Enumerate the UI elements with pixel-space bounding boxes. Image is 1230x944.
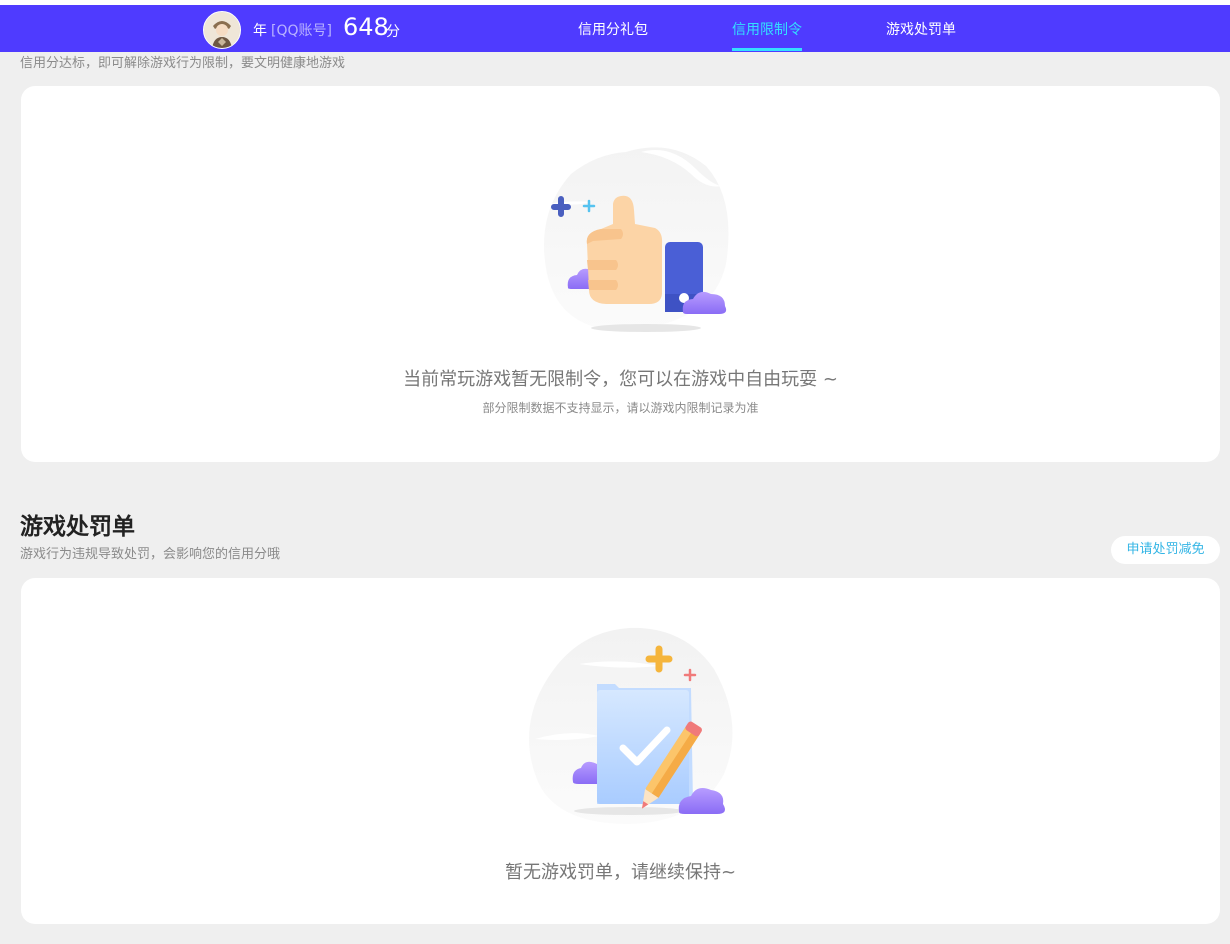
restriction-empty-message: 当前常玩游戏暂无限制令，您可以在游戏中自由玩耍 ~ xyxy=(403,369,838,390)
apply-penalty-reduction-button[interactable]: 申请处罚减免 xyxy=(1111,536,1220,564)
credit-score-value: 648 xyxy=(343,13,389,41)
user-year: 年 xyxy=(253,23,267,39)
tab-credit-gift[interactable]: 信用分礼包 xyxy=(578,19,648,39)
active-tab-indicator xyxy=(732,48,802,51)
restriction-empty-note: 部分限制数据不支持显示，请以游戏内限制记录为准 xyxy=(482,401,759,415)
restriction-description: 信用分达标，即可解除游戏行为限制，要文明健康地游戏 xyxy=(20,56,346,71)
credit-score-unit: 分 xyxy=(386,24,400,40)
restriction-card: 当前常玩游戏暂无限制令，您可以在游戏中自由玩耍 ~ 部分限制数据不支持显示，请以… xyxy=(21,86,1220,462)
user-avatar[interactable] xyxy=(203,11,241,49)
penalty-description: 游戏行为违规导致处罚，会影响您的信用分哦 xyxy=(20,547,281,562)
penalty-card: 暂无游戏罚单，请继续保持~ xyxy=(21,578,1220,924)
top-navbar: 年 [QQ账号] 648 分 信用分礼包 信用限制令 游戏处罚单 xyxy=(0,5,1230,52)
tab-credit-restriction[interactable]: 信用限制令 xyxy=(732,19,802,39)
user-account-type: [QQ账号] xyxy=(271,23,332,39)
thumbs-up-icon xyxy=(544,147,729,332)
tab-game-penalty[interactable]: 游戏处罚单 xyxy=(886,19,956,39)
clipboard-check-icon xyxy=(529,627,733,824)
penalty-section-title: 游戏处罚单 xyxy=(20,514,135,540)
penalty-empty-message: 暂无游戏罚单，请继续保持~ xyxy=(504,862,737,883)
